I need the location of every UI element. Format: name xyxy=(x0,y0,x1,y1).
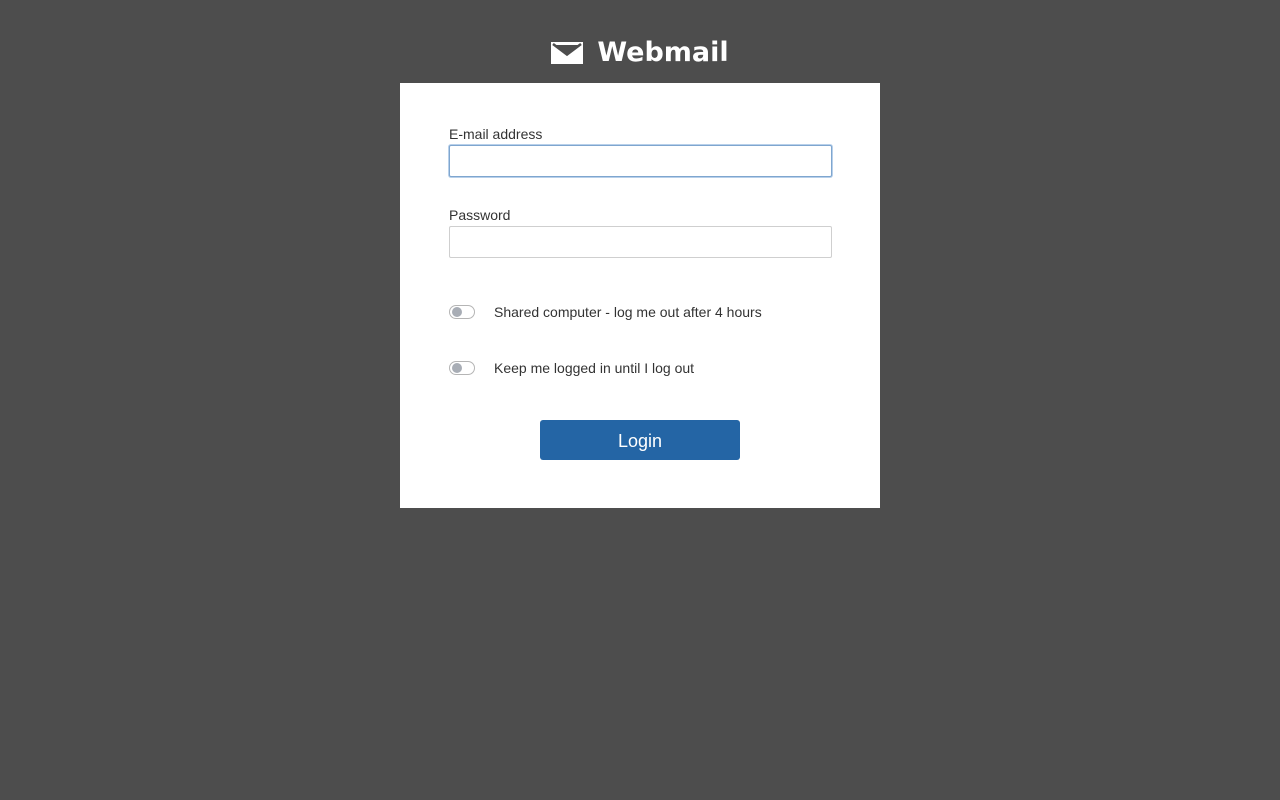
keep-logged-in-label[interactable]: Keep me logged in until I log out xyxy=(494,360,694,376)
email-label: E-mail address xyxy=(449,126,543,142)
shared-computer-toggle[interactable] xyxy=(449,305,475,319)
password-label: Password xyxy=(449,207,511,223)
keep-logged-in-toggle[interactable] xyxy=(449,361,475,375)
keep-logged-in-row[interactable]: Keep me logged in until I log out xyxy=(449,358,694,378)
password-field[interactable] xyxy=(449,226,832,258)
login-page: Webmail E-mail address Password Shared c… xyxy=(0,0,1280,800)
toggle-knob xyxy=(452,307,462,317)
email-field[interactable] xyxy=(449,145,832,177)
toggle-knob xyxy=(452,363,462,373)
envelope-icon xyxy=(551,42,584,64)
login-card: E-mail address Password Shared computer … xyxy=(400,83,880,508)
shared-computer-label[interactable]: Shared computer - log me out after 4 hou… xyxy=(494,304,762,320)
login-button[interactable]: Login xyxy=(540,420,740,460)
brand-header: Webmail xyxy=(0,36,1280,70)
shared-computer-row[interactable]: Shared computer - log me out after 4 hou… xyxy=(449,302,762,322)
app-title: Webmail xyxy=(597,37,729,68)
